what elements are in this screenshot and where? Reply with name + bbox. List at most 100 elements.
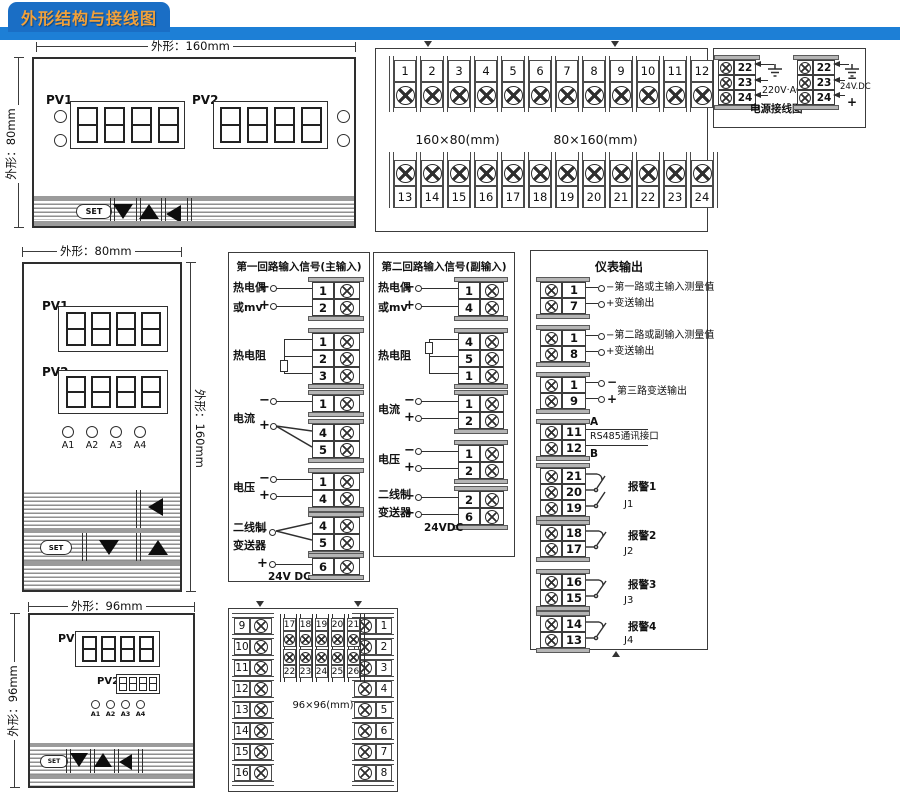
terminal-number: 6	[376, 723, 392, 739]
minus-sign: −	[607, 376, 617, 388]
screw-icon	[720, 92, 732, 104]
wire	[276, 288, 312, 289]
wire	[284, 373, 312, 374]
signal-label: 电压	[233, 482, 255, 495]
terminal-number: 15	[234, 744, 250, 760]
terminal-number: 5	[312, 441, 334, 458]
terminal-number: 23	[734, 75, 756, 90]
screw-icon	[799, 92, 811, 104]
screw-icon	[545, 634, 558, 647]
led-hole	[54, 134, 67, 147]
screw-icon	[316, 634, 327, 645]
arrow-down-button	[70, 753, 88, 767]
screw-icon	[485, 397, 499, 411]
terminal-number: 1	[376, 618, 392, 634]
plus-sign: +	[404, 299, 415, 312]
terminal-number: 7	[562, 298, 586, 314]
terminal-number: 22	[813, 60, 835, 75]
power-terminal-block-ac: 22 23 24	[718, 55, 756, 110]
signal-label: 电流	[378, 404, 400, 417]
output-line: −第二路或副输入测量值	[606, 330, 714, 342]
terminal-number: 18	[529, 186, 551, 208]
terminal-screw	[475, 160, 497, 186]
screw-icon	[254, 766, 268, 780]
terminal-grid-bottom-numbers: 2223242526	[283, 665, 363, 678]
relay-contact-icon	[586, 572, 620, 604]
terminal-screw	[691, 160, 713, 186]
screw-icon	[693, 86, 712, 105]
terminal-number: 20	[583, 186, 605, 208]
screw-icon	[545, 284, 558, 297]
wire-node	[598, 333, 605, 340]
terminal-number: 23	[664, 186, 686, 208]
terminal-number: 21	[610, 186, 632, 208]
screw-icon	[332, 634, 343, 645]
wire	[586, 335, 598, 336]
screw-icon	[477, 164, 496, 183]
wire	[429, 356, 458, 357]
seven-segment-display	[58, 306, 168, 352]
terminal-screw	[250, 702, 272, 718]
terminal-block: 2 6	[458, 486, 504, 530]
terminal-number: 5	[502, 60, 524, 82]
wire	[586, 351, 598, 352]
terminal-number: 14	[421, 186, 443, 208]
wire	[421, 451, 458, 452]
screw-icon	[545, 527, 558, 540]
wire	[284, 339, 312, 340]
wire-node	[598, 285, 605, 292]
rs485-a-label: A	[590, 416, 598, 428]
output-line: +变送输出	[606, 346, 654, 358]
screw-icon	[477, 86, 496, 105]
terminal-screw	[502, 82, 524, 108]
alarm-label: A2	[106, 710, 116, 718]
terminal-number: 22	[283, 665, 296, 678]
terminal-number: 1	[312, 473, 334, 490]
terminal-number: 25	[331, 665, 344, 678]
relay-label: J1	[624, 499, 633, 511]
screw-icon	[639, 164, 658, 183]
terminal-screw	[556, 82, 578, 108]
terminal-block: 1 2	[458, 390, 504, 434]
terminal-grid-screws	[283, 631, 363, 647]
screw-icon	[545, 618, 558, 631]
dimension-label: 外形：96mm	[5, 662, 21, 740]
plus-sign: +	[259, 419, 270, 432]
terminal-number: 1	[312, 395, 334, 412]
wire	[429, 339, 458, 340]
alarm-label: 报警1	[628, 481, 656, 493]
terminal-number: 17	[502, 186, 524, 208]
screw-icon	[485, 414, 499, 428]
dimension-label: 外形：80mm	[57, 243, 135, 259]
alarm-label: 报警3	[628, 579, 656, 591]
terminal-number: 15	[562, 590, 586, 606]
screw-icon	[450, 164, 469, 183]
dimension-line	[190, 262, 191, 592]
screw-icon	[545, 442, 558, 455]
screw-icon	[485, 335, 499, 349]
terminal-number: 1	[562, 282, 586, 298]
clamp-mark	[424, 41, 432, 47]
dimension-label: 外形：160mm	[148, 38, 233, 54]
screw-icon	[558, 86, 577, 105]
terminal-block: 4 5	[312, 512, 360, 556]
terminal-number: 19	[556, 186, 578, 208]
plus-sign: +	[404, 507, 415, 520]
terminal-block: 18 17	[540, 520, 586, 562]
screw-icon	[254, 640, 268, 654]
arrow-left-button	[119, 754, 132, 770]
signal-label: 电流	[233, 413, 255, 426]
screw-icon	[720, 77, 732, 89]
terminal-screw	[583, 82, 605, 108]
screw-icon	[545, 470, 558, 483]
arrowhead	[754, 61, 761, 67]
screw-icon	[545, 486, 558, 499]
alarm-led-row: A1 A2 A3 A4	[56, 426, 152, 451]
terminal-number: 3	[448, 60, 470, 82]
screw-icon	[504, 86, 523, 105]
wire	[586, 303, 598, 304]
terminal-number: 1	[394, 60, 416, 82]
terminal-block: 1 4	[312, 468, 360, 512]
terminal-number: 22	[637, 186, 659, 208]
terminal-number: 13	[394, 186, 416, 208]
